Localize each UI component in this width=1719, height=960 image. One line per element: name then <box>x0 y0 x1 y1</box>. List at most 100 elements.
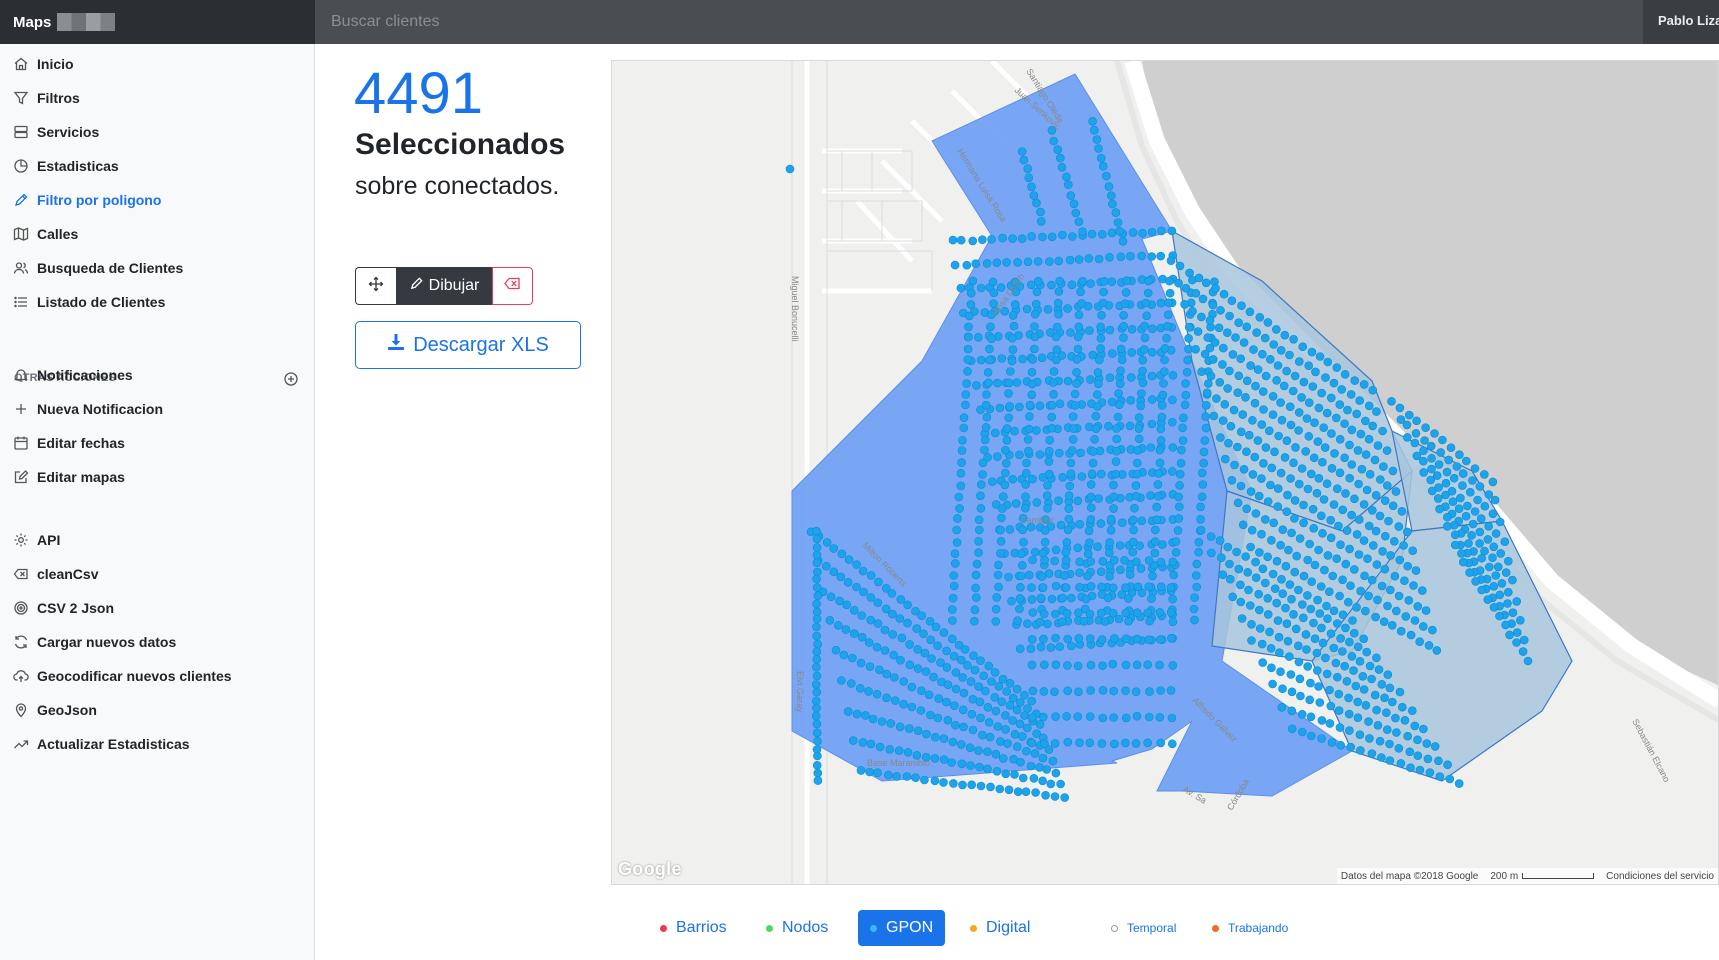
sidebar-item-csv2json[interactable]: CSV 2 Json <box>13 596 114 620</box>
client-dot <box>1108 608 1118 618</box>
client-dot <box>942 697 951 707</box>
client-dot <box>1174 502 1184 512</box>
client-dot <box>1003 739 1012 748</box>
client-dot <box>1229 405 1239 415</box>
client-dot <box>1168 443 1178 452</box>
sidebar-item-nueva-notificacion[interactable]: Nueva Notificacion <box>13 397 163 421</box>
client-dot <box>1013 787 1023 797</box>
sidebar-item-geojson[interactable]: GeoJson <box>13 698 97 722</box>
client-dot <box>991 706 1001 716</box>
client-dot <box>1063 180 1073 189</box>
draw-button[interactable]: Dibujar <box>396 267 492 305</box>
sidebar-item-filtros[interactable]: Filtros <box>13 86 80 110</box>
client-dot <box>1190 615 1199 625</box>
sidebar-item-notificaciones[interactable]: Notificaciones <box>13 363 133 387</box>
client-dot <box>1351 681 1361 691</box>
client-dot <box>1015 593 1025 603</box>
sidebar-item-api[interactable]: API <box>13 528 60 552</box>
map-scale: 200 m <box>1490 871 1595 882</box>
user-menu[interactable]: Pablo Liza <box>1643 0 1719 44</box>
sidebar-item-busqueda-clientes[interactable]: Busqueda de Clientes <box>13 256 183 280</box>
client-dot <box>1305 539 1315 549</box>
client-dot <box>1455 450 1464 460</box>
client-dot <box>1019 155 1029 165</box>
client-dot <box>1096 608 1106 618</box>
download-xls-button[interactable]: Descargar XLS <box>355 321 581 369</box>
layer-tab-barrios[interactable]: Barrios <box>660 910 727 946</box>
client-dot <box>1156 435 1166 445</box>
client-dot <box>1425 768 1435 777</box>
client-dot <box>920 775 929 785</box>
client-dot <box>1005 678 1015 688</box>
client-dot <box>1322 479 1332 489</box>
client-dot <box>1098 713 1108 723</box>
client-dot <box>1406 763 1415 773</box>
client-dot <box>813 751 822 761</box>
sidebar-item-servicios[interactable]: Servicios <box>13 120 99 144</box>
client-dot <box>1013 616 1022 625</box>
layer-tab-digital[interactable]: Digital <box>970 910 1030 946</box>
sidebar-item-actualizar-estadisticas[interactable]: Actualizar Estadisticas <box>13 732 190 756</box>
map-view[interactable]: Juan Senkovic Santiago Oleda Hermana Lui… <box>611 60 1719 885</box>
map-canvas[interactable]: Juan Senkovic Santiago Oleda Hermana Lui… <box>612 61 1719 885</box>
sidebar-item-geocodificar[interactable]: Geocodificar nuevos clientes <box>13 664 232 688</box>
map-terms-link[interactable]: Condiciones del servicio <box>1606 871 1714 882</box>
client-dot <box>1349 666 1358 675</box>
layer-tab-nodos[interactable]: Nodos <box>766 910 828 946</box>
client-dot <box>1086 515 1096 524</box>
client-dot <box>1015 604 1024 614</box>
client-dot <box>812 550 822 560</box>
layer-tab-temporal[interactable]: Temporal <box>1111 910 1176 946</box>
client-dot <box>1282 436 1292 446</box>
client-dot <box>956 481 966 491</box>
sidebar-item-calles[interactable]: Calles <box>13 222 78 246</box>
client-dot <box>1375 475 1385 484</box>
client-dot <box>1293 641 1303 651</box>
sidebar-item-listado-clientes[interactable]: Listado de Clientes <box>13 290 165 314</box>
erase-button[interactable] <box>492 267 533 305</box>
sidebar-item-estadisticas[interactable]: Estadisticas <box>13 154 119 178</box>
sidebar-item-filtro-poligono[interactable]: Filtro por poligono <box>13 188 161 212</box>
sidebar-item-editar-mapas[interactable]: Editar mapas <box>13 465 125 489</box>
brand[interactable]: Maps <box>0 0 315 44</box>
client-dot <box>1503 556 1513 566</box>
client-dot <box>966 288 976 298</box>
sidebar-item-cleancsv[interactable]: cleanCsv <box>13 562 98 586</box>
client-dot <box>1098 685 1108 695</box>
client-dot <box>1018 773 1028 783</box>
client-dot <box>1109 492 1119 502</box>
client-dot <box>1022 723 1032 733</box>
client-dot <box>1214 323 1224 333</box>
client-dot <box>1421 423 1430 433</box>
client-dot <box>1359 536 1369 545</box>
client-dot <box>966 761 975 770</box>
client-dot <box>978 730 987 740</box>
client-dot <box>1028 555 1037 565</box>
client-dot <box>1115 541 1125 550</box>
sidebar-item-cargar-datos[interactable]: Cargar nuevos datos <box>13 630 176 654</box>
client-dot <box>1244 585 1253 595</box>
client-dot <box>1479 470 1489 479</box>
plus-circle-icon[interactable] <box>283 371 299 387</box>
client-dot <box>1097 311 1106 320</box>
client-dot <box>1402 527 1412 537</box>
client-dot <box>949 581 959 591</box>
sidebar-item-inicio[interactable]: Inicio <box>13 52 74 76</box>
client-dot <box>1050 556 1059 566</box>
layer-tab-gpon[interactable]: GPON <box>858 910 946 946</box>
client-dot <box>1096 469 1106 479</box>
client-dot <box>1087 469 1097 479</box>
client-dot <box>1226 421 1236 431</box>
search-input[interactable] <box>316 0 1643 44</box>
move-button[interactable] <box>355 267 396 305</box>
client-dot <box>1263 552 1273 562</box>
client-dot <box>1051 712 1060 721</box>
client-dot <box>1260 578 1270 588</box>
client-dot <box>996 536 1006 546</box>
client-dot <box>957 759 967 769</box>
client-dot <box>942 663 952 672</box>
client-dot <box>1158 390 1168 400</box>
client-dot <box>997 513 1006 523</box>
sidebar-item-editar-fechas[interactable]: Editar fechas <box>13 431 125 455</box>
layer-tab-trabajando[interactable]: Trabajando <box>1212 910 1288 946</box>
